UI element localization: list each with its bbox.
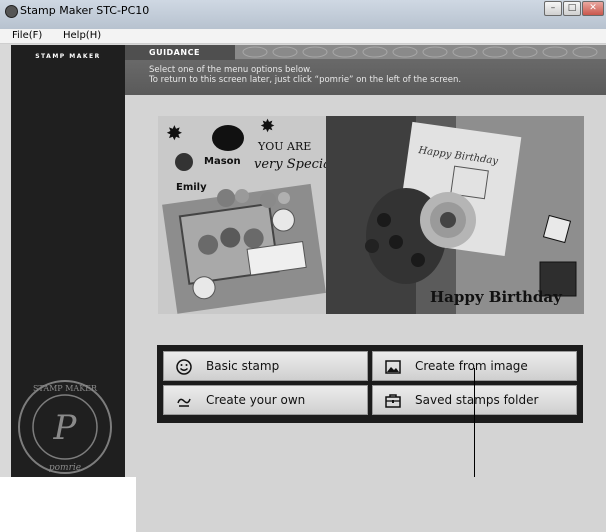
you-are-text: YOU ARE — [257, 140, 311, 153]
strawberry-icon — [175, 153, 193, 171]
seal-initial: P — [53, 408, 78, 448]
seal-bottom-text: pomrie — [49, 463, 81, 473]
image-icon — [385, 360, 401, 374]
guidance-panel: GUIDANCE Select one of the menu options … — [125, 45, 606, 95]
maximize-button[interactable]: □ — [563, 1, 581, 16]
guidance-heading: GUIDANCE — [149, 48, 200, 57]
basic-stamp-button[interactable]: Basic stamp — [163, 351, 368, 381]
name-mason: Mason — [204, 156, 241, 167]
guidance-line-1: Select one of the menu options below. — [149, 65, 313, 75]
minimize-button[interactable]: – — [544, 1, 562, 16]
create-your-own-button[interactable]: Create your own — [163, 385, 368, 415]
guidance-line-2: To return to this screen later, just cli… — [149, 75, 462, 85]
sample-card-image-left: ✸ ✸ Mason Emily YOU ARE very Special — [158, 116, 328, 314]
gerbera-flower-icon — [420, 192, 476, 248]
very-special-text: very Special — [254, 157, 328, 172]
elephant-icon — [212, 125, 244, 151]
create-from-image-label: Create from image — [415, 359, 528, 373]
sidebar: pomrie STAMP MAKER P STAMP MAKER pomrie — [11, 45, 606, 532]
menu-bar: File(F) Help(H) — [0, 29, 606, 44]
callout-line — [474, 368, 475, 477]
menu-help[interactable]: Help(H) — [63, 29, 101, 43]
logo-subtext: STAMP MAKER — [35, 53, 101, 60]
close-button[interactable]: ✕ — [582, 1, 604, 16]
folder-box-icon — [385, 394, 401, 408]
happy-birthday-stamp-text: Happy Birthday — [430, 288, 563, 306]
basic-stamp-label: Basic stamp — [206, 359, 280, 373]
saved-stamps-folder-label: Saved stamps folder — [415, 393, 539, 407]
menu-file[interactable]: File(F) — [12, 29, 42, 43]
smiley-icon — [176, 359, 192, 375]
pomrie-logo-button[interactable]: pomrie STAMP MAKER — [11, 53, 606, 532]
decorative-pattern — [235, 45, 606, 59]
draw-curve-icon — [177, 398, 191, 407]
sample-card-image-right: Happy Birthday Happy Birthday — [326, 116, 584, 314]
seal-top-text: STAMP MAKER — [33, 384, 98, 393]
stamp-seal-logo: P STAMP MAKER pomrie — [18, 380, 112, 474]
window-title: Stamp Maker STC-PC10 — [20, 4, 150, 17]
star-icon: ✸ — [166, 121, 183, 145]
app-icon — [5, 5, 18, 18]
create-your-own-label: Create your own — [206, 393, 306, 407]
star-icon-2: ✸ — [260, 116, 275, 137]
name-emily: Emily — [176, 182, 207, 193]
app-window: Stamp Maker STC-PC10 – □ ✕ File(F) Help(… — [0, 0, 606, 532]
title-bar: Stamp Maker STC-PC10 – □ ✕ — [0, 0, 606, 29]
main-menu: Basic stamp Create from image Create you… — [157, 345, 583, 423]
